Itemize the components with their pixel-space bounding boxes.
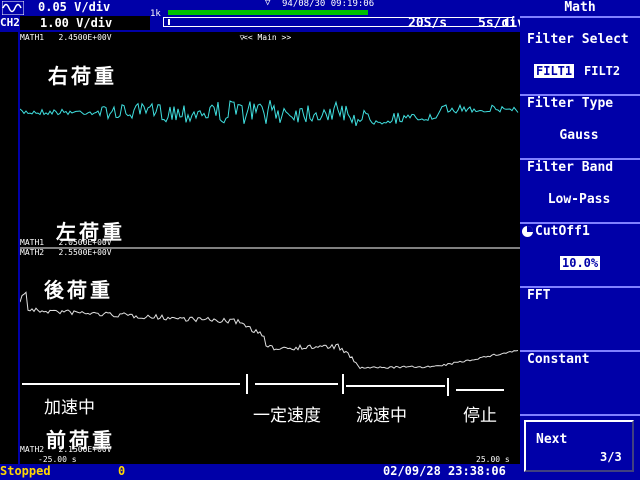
zoom-main-label: << Main >>	[243, 33, 292, 42]
ch2-label: CH2	[0, 16, 20, 29]
phase-decel-label: 減速中	[356, 406, 407, 426]
math2-top-scale: MATH2 2.5500E+00V	[20, 248, 112, 257]
acquisition-count: 0	[118, 464, 126, 478]
next-page-indicator: 3/3	[600, 450, 622, 464]
right-time-readout: 25.00 s	[476, 455, 510, 464]
filter-band-value: Low-Pass	[547, 192, 611, 207]
constant-softkey[interactable]: Constant	[520, 352, 640, 414]
filt1-option[interactable]: FILT1	[534, 64, 575, 78]
zoom-position-bar	[168, 10, 368, 15]
phase-accel-label: 加速中	[44, 398, 95, 418]
menu-divider	[520, 414, 640, 416]
filter-band-title: Filter Band	[527, 160, 614, 175]
fft-title: FFT	[527, 288, 551, 303]
filter-band-softkey[interactable]: Filter Band Low-Pass	[520, 160, 640, 222]
cutoff-value-input[interactable]: 10.0%	[560, 256, 601, 270]
phase-stop-label: 停止	[463, 406, 497, 426]
math2-trace	[20, 291, 519, 370]
label-left-load: 左荷重	[56, 220, 125, 244]
next-label: Next	[536, 432, 568, 447]
bottom-status-bar: Stopped 0 02/09/28 23:38:06	[0, 464, 520, 480]
zoom-range-frame	[163, 17, 513, 27]
math1-top-scale: MATH1 2.4500E+00V	[20, 33, 112, 42]
cutoff-softkey[interactable]: CutOff1 10.0%	[520, 224, 640, 286]
filter-select-softkey[interactable]: Filter Select FILT1 FILT2	[520, 32, 640, 94]
next-page-button[interactable]: Next 3/3	[524, 420, 634, 472]
ch1-volts-div: 0.05 V/div	[38, 0, 111, 14]
waveform-logo-icon	[2, 1, 24, 15]
sample-rate: 20S/s	[408, 16, 448, 31]
fft-softkey[interactable]: FFT	[520, 288, 640, 350]
phase-constant-label: 一定速度	[253, 406, 321, 426]
trigger-marker-icon: ▽	[265, 0, 271, 8]
label-right-load: 右荷重	[48, 64, 117, 88]
constant-title: Constant	[527, 352, 590, 367]
filt2-option[interactable]: FILT2	[584, 64, 620, 78]
label-front-load: 前荷重	[46, 428, 115, 452]
time-per-div: 5s/div	[478, 16, 525, 31]
filter-type-softkey[interactable]: Filter Type Gauss	[520, 96, 640, 158]
menu-title: Math	[520, 0, 640, 18]
trigger-datetime: 94/08/30 09:19:06	[282, 0, 375, 9]
math1-trace	[20, 100, 519, 127]
zoom-left-handle[interactable]	[168, 19, 170, 25]
record-length: 1k	[150, 9, 161, 19]
left-time-readout: -25.00 s	[38, 455, 77, 464]
acquisition-state: Stopped	[0, 464, 51, 478]
filter-select-title: Filter Select	[527, 32, 629, 47]
label-rear-load: 後荷重	[44, 278, 113, 302]
ch2-value-box: 1.00 V/div	[20, 16, 150, 30]
cutoff-title: CutOff1	[535, 224, 590, 239]
status-datetime: 02/09/28 23:38:06	[383, 464, 506, 478]
ch2-volts-div: 1.00 V/div	[40, 16, 113, 30]
filter-type-value: Gauss	[559, 128, 599, 143]
filter-type-title: Filter Type	[527, 96, 614, 111]
math-menu-panel: Math Filter Select FILT1 FILT2 Filter Ty…	[520, 0, 640, 480]
